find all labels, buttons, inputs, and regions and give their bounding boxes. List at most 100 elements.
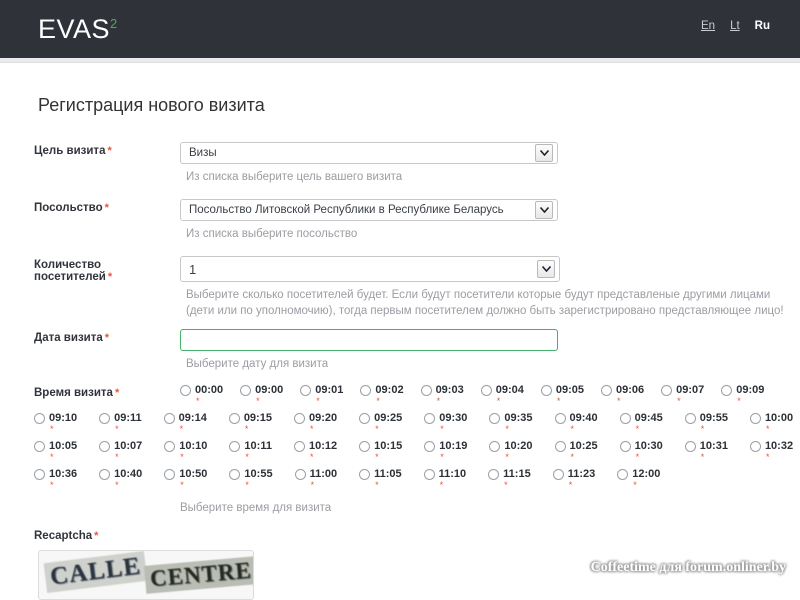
time-radio[interactable] (240, 384, 252, 396)
time-option-control[interactable]: 09:09 (721, 384, 764, 396)
time-option[interactable]: 09:15 * (228, 412, 272, 434)
time-radio[interactable] (229, 468, 241, 480)
time-option-control[interactable]: 09:15 (228, 412, 272, 424)
time-option-label[interactable]: 09:35 (504, 412, 532, 424)
time-option-control[interactable]: 09:20 (293, 412, 337, 424)
time-radio[interactable] (424, 412, 436, 424)
time-option-label[interactable]: 10:15 (374, 440, 402, 452)
time-option-label[interactable]: 00:00 (195, 384, 223, 396)
time-option[interactable]: 09:10 * (34, 412, 77, 434)
time-option-label[interactable]: 09:05 (556, 384, 584, 396)
visit-date-input[interactable] (180, 329, 558, 351)
time-option-label[interactable]: 10:05 (49, 440, 77, 452)
time-radio[interactable] (359, 412, 371, 424)
time-radio[interactable] (619, 440, 631, 452)
time-option-label[interactable]: 09:04 (496, 384, 524, 396)
time-option[interactable]: 10:00 * (749, 412, 793, 434)
time-option-label[interactable]: 10:07 (114, 440, 142, 452)
time-option[interactable]: 10:25 * (554, 440, 598, 462)
time-option-label[interactable]: 10:19 (439, 440, 467, 452)
lang-link-en[interactable]: En (701, 20, 715, 32)
time-option[interactable]: 09:03 * (420, 384, 464, 406)
time-option-control[interactable]: 10:07 (99, 440, 142, 452)
time-radio[interactable] (229, 440, 241, 452)
recaptcha-image[interactable]: CALLE CENTRE (38, 550, 254, 600)
time-radio[interactable] (99, 440, 111, 452)
time-radio[interactable] (293, 440, 305, 452)
time-radio[interactable] (554, 412, 566, 424)
time-option-label[interactable]: 11:15 (503, 468, 531, 480)
time-radio[interactable] (359, 440, 371, 452)
time-radio[interactable] (721, 384, 733, 396)
time-radio[interactable] (684, 412, 696, 424)
time-option[interactable]: 11:10 * (423, 468, 466, 490)
embassy-select[interactable]: Посольство Литовской Республики в Респуб… (180, 199, 558, 221)
time-radio[interactable] (164, 440, 176, 452)
time-option[interactable]: 10:30 * (619, 440, 663, 462)
time-option-label[interactable]: 10:55 (244, 468, 272, 480)
time-option[interactable]: 11:00 * (294, 468, 337, 490)
time-option-control[interactable]: 10:55 (229, 468, 273, 480)
time-radio[interactable] (359, 468, 371, 480)
time-option-label[interactable]: 09:30 (439, 412, 467, 424)
time-option-label[interactable]: 09:01 (315, 384, 343, 396)
time-option-label[interactable]: 09:45 (635, 412, 663, 424)
time-option-control[interactable]: 10:31 (684, 440, 728, 452)
time-option[interactable]: 10:19 * (424, 440, 467, 462)
time-option-control[interactable]: 11:23 (552, 468, 595, 480)
time-option-label[interactable]: 10:36 (49, 468, 77, 480)
time-option-control[interactable]: 10:40 (99, 468, 142, 480)
time-radio[interactable] (488, 468, 500, 480)
time-option-control[interactable]: 00:00 (180, 384, 223, 396)
time-option[interactable]: 09:00 * (240, 384, 283, 406)
time-option-label[interactable]: 09:11 (114, 412, 142, 424)
time-option[interactable]: 10:10 * (164, 440, 207, 462)
time-option-label[interactable]: 09:06 (616, 384, 644, 396)
time-option[interactable]: 09:11 * (99, 412, 142, 434)
time-option-control[interactable]: 10:36 (34, 468, 77, 480)
time-option-label[interactable]: 12:00 (632, 468, 660, 480)
time-option-label[interactable]: 10:11 (244, 440, 272, 452)
time-option[interactable]: 09:40 * (554, 412, 598, 434)
time-radio[interactable] (294, 468, 306, 480)
time-option[interactable]: 09:06 * (600, 384, 644, 406)
time-option-control[interactable]: 09:02 (360, 384, 404, 396)
time-radio[interactable] (489, 440, 501, 452)
time-option[interactable]: 10:11 * (229, 440, 272, 462)
time-option-control[interactable]: 09:55 (684, 412, 728, 424)
time-option[interactable]: 09:05 * (540, 384, 584, 406)
time-option-label[interactable]: 10:40 (114, 468, 142, 480)
time-radio[interactable] (684, 440, 696, 452)
time-option[interactable]: 10:50 * (164, 468, 207, 490)
time-radio[interactable] (99, 468, 111, 480)
time-radio[interactable] (163, 412, 175, 424)
time-option-control[interactable]: 09:07 (661, 384, 704, 396)
time-radio[interactable] (554, 440, 566, 452)
lang-link-ru[interactable]: Ru (755, 20, 770, 32)
time-option[interactable]: 09:04 * (480, 384, 524, 406)
time-radio[interactable] (360, 384, 372, 396)
time-radio[interactable] (228, 412, 240, 424)
time-option-control[interactable]: 09:10 (34, 412, 77, 424)
time-radio[interactable] (420, 384, 432, 396)
time-option[interactable]: 12:00 * (617, 468, 660, 490)
time-option-control[interactable]: 10:15 (359, 440, 402, 452)
time-option[interactable]: 11:15 * (488, 468, 531, 490)
time-radio[interactable] (423, 468, 435, 480)
lang-link-lt[interactable]: Lt (730, 20, 740, 32)
time-option-control[interactable]: 10:20 (489, 440, 533, 452)
time-option-control[interactable]: 09:05 (540, 384, 584, 396)
time-option-label[interactable]: 10:12 (309, 440, 337, 452)
time-option[interactable]: 09:09 * (721, 384, 764, 406)
time-option-label[interactable]: 10:31 (700, 440, 728, 452)
time-option[interactable]: 10:07 * (99, 440, 142, 462)
time-radio[interactable] (489, 412, 501, 424)
time-option-label[interactable]: 10:32 (765, 440, 793, 452)
time-radio[interactable] (99, 412, 111, 424)
time-option[interactable]: 09:07 * (661, 384, 704, 406)
time-option-label[interactable]: 09:02 (375, 384, 403, 396)
time-option[interactable]: 10:31 * (684, 440, 728, 462)
time-option-control[interactable]: 10:25 (554, 440, 598, 452)
time-option[interactable]: 09:14 * (163, 412, 207, 434)
time-radio[interactable] (480, 384, 492, 396)
